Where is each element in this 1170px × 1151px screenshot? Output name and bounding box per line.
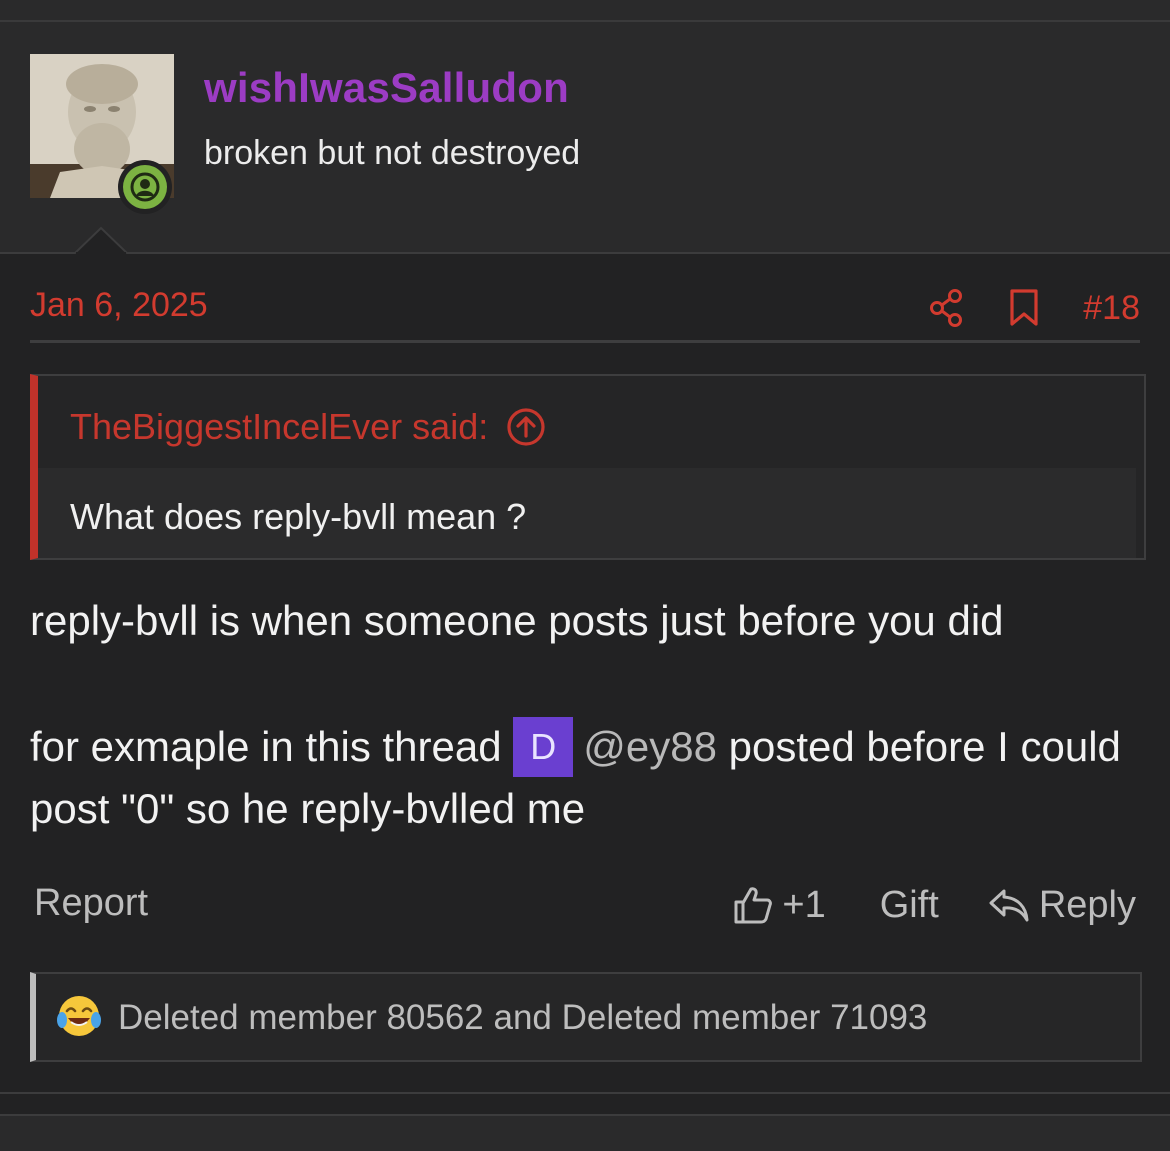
like-button[interactable]: +1 bbox=[732, 883, 826, 927]
post-meta: Jan 6, 2025 #18 bbox=[30, 286, 1140, 330]
reply-icon bbox=[989, 889, 1029, 922]
post-line-1: reply-bvll is when someone posts just be… bbox=[30, 597, 1004, 644]
report-button[interactable]: Report bbox=[34, 882, 148, 925]
next-post-strip bbox=[0, 1114, 1170, 1151]
share-icon[interactable] bbox=[929, 288, 965, 328]
post-text-before-mention: for exmaple in this thread bbox=[30, 723, 514, 770]
reply-label: Reply bbox=[1038, 883, 1136, 926]
online-status-badge bbox=[118, 160, 172, 214]
post-number[interactable]: #18 bbox=[1083, 289, 1140, 328]
like-count: +1 bbox=[782, 883, 826, 926]
post-actions: Report +1 Gift Reply bbox=[30, 880, 1140, 930]
meta-divider bbox=[30, 340, 1140, 343]
user-title: broken but not destroyed bbox=[204, 134, 581, 172]
arrow-up-circle-icon[interactable] bbox=[506, 407, 546, 447]
online-user-icon bbox=[130, 172, 160, 202]
post-body: reply-bvll is when someone posts just be… bbox=[30, 590, 1140, 840]
top-strip bbox=[0, 0, 1170, 22]
bottom-separator bbox=[0, 1092, 1170, 1094]
tears-of-joy-emoji-icon bbox=[56, 993, 102, 1044]
reaction-users[interactable]: Deleted member 80562 and Deleted member … bbox=[118, 998, 927, 1038]
gift-button[interactable]: Gift bbox=[880, 884, 939, 927]
thumbs-up-icon bbox=[734, 887, 773, 924]
quote-text: What does reply-bvll mean ? bbox=[70, 496, 527, 537]
reply-button[interactable]: Reply bbox=[987, 884, 1136, 927]
user-mention[interactable]: @ey88 bbox=[583, 723, 717, 770]
quote-body: What does reply-bvll mean ? bbox=[38, 468, 1136, 558]
quote-block: TheBiggestIncelEver said: What does repl… bbox=[30, 374, 1146, 560]
reactions-bar[interactable]: Deleted member 80562 and Deleted member … bbox=[30, 972, 1142, 1062]
user-header: wishIwasSalludon broken but not destroye… bbox=[0, 22, 1170, 254]
mention-avatar[interactable]: D bbox=[513, 716, 574, 777]
bookmark-icon[interactable] bbox=[1009, 288, 1039, 328]
quote-author[interactable]: TheBiggestIncelEver said: bbox=[70, 406, 488, 448]
post-line-2: for exmaple in this thread D @ey88 posted… bbox=[30, 716, 1140, 840]
username[interactable]: wishIwasSalludon bbox=[204, 64, 569, 112]
post-pointer-arrow bbox=[74, 226, 128, 254]
post-date[interactable]: Jan 6, 2025 bbox=[30, 286, 208, 325]
